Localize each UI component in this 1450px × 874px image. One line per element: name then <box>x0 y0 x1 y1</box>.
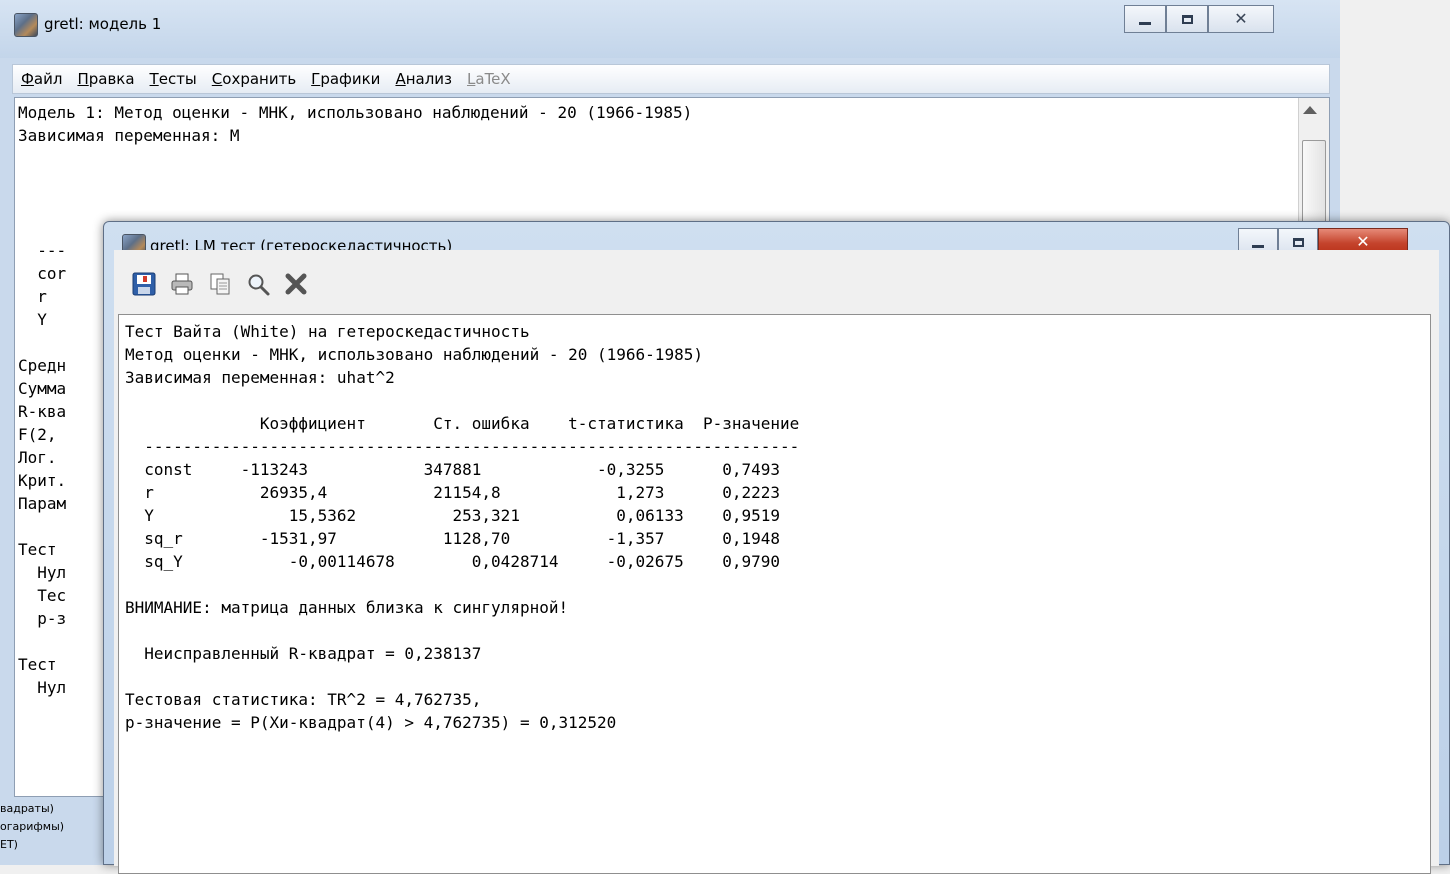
menu-analysis-label: нализ <box>405 70 453 88</box>
menu-latex[interactable]: LaTeX <box>467 70 511 88</box>
menu-graphs-mnemonic: Г <box>311 70 321 88</box>
output-line: ----------------------------------------… <box>125 437 800 456</box>
toolbar <box>114 262 316 306</box>
close-icon: ✕ <box>1234 9 1248 28</box>
menu-save-label: охранить <box>222 70 297 88</box>
menu-file-mnemonic: Ф <box>21 70 34 88</box>
menu-tests[interactable]: Тесты <box>150 70 197 88</box>
lm-test-window: gretl: LM тест (гетероскедастичность) ✕ <box>103 221 1450 874</box>
menu-tests-mnemonic: Т <box>149 70 159 88</box>
model-window-titlebar[interactable]: gretl: модель 1 ✕ <box>0 0 1340 58</box>
menu-edit[interactable]: Правка <box>77 70 134 88</box>
lm-test-window-body: Тест Вайта (White) на гетероскедастичнос… <box>114 250 1439 874</box>
close-window-button[interactable] <box>278 268 314 300</box>
maximize-button[interactable] <box>1166 5 1208 33</box>
menu-edit-label: равка <box>88 70 135 88</box>
save-icon <box>132 272 156 296</box>
copy-button[interactable] <box>202 268 238 300</box>
output-line: p-значение = P(Хи-квадрат(4) > 4,762735)… <box>125 713 617 732</box>
output-line: r 26935,4 21154,8 1,273 0,2223 <box>125 483 781 502</box>
find-icon <box>248 274 270 296</box>
copy-icon <box>210 273 230 295</box>
list-item: ET) <box>0 838 18 851</box>
save-button[interactable] <box>126 268 162 300</box>
menu-file-label: айл <box>33 70 63 88</box>
output-line: Тест Вайта (White) на гетероскедастичнос… <box>125 322 530 341</box>
model-output-lines: Модель 1: Метод оценки - МНК, использова… <box>18 101 692 147</box>
menu-file[interactable]: Файл <box>21 70 62 88</box>
minimize-icon <box>1139 21 1151 25</box>
maximize-icon <box>1292 237 1304 247</box>
model-window-title: gretl: модель 1 <box>44 15 162 33</box>
output-line: Зависимая переменная: M <box>18 126 240 145</box>
menu-tests-label: есты <box>158 70 197 88</box>
minimize-button[interactable] <box>1124 5 1166 33</box>
scroll-up-arrow-icon[interactable] <box>1303 106 1317 114</box>
menu-graphs[interactable]: Графики <box>311 70 380 88</box>
output-line: Y 15,5362 253,321 0,06133 0,9519 <box>125 506 781 525</box>
output-line: Метод оценки - МНК, использовано наблюде… <box>125 345 703 364</box>
menu-save-mnemonic: С <box>211 70 223 88</box>
menu-save[interactable]: Сохранить <box>212 70 296 88</box>
gretl-app-icon <box>14 13 38 37</box>
find-button[interactable] <box>240 268 276 300</box>
output-line: Коэффициент Ст. ошибка t-статистика P-зн… <box>125 414 800 433</box>
minimize-icon <box>1252 244 1264 248</box>
lm-test-output-lines: Тест Вайта (White) на гетероскедастичнос… <box>125 320 799 734</box>
output-line: ВНИМАНИЕ: матрица данных близка к сингул… <box>125 598 569 617</box>
close-button[interactable]: ✕ <box>1208 5 1274 33</box>
close-icon: ✕ <box>1356 232 1370 251</box>
model-window-controls: ✕ <box>1124 5 1274 33</box>
menu-analysis[interactable]: Анализ <box>395 70 452 88</box>
list-item: вадраты) <box>0 802 54 815</box>
print-button[interactable] <box>164 268 200 300</box>
output-line: Тестовая статистика: TR^2 = 4,762735, <box>125 690 482 709</box>
menubar: Файл Правка Тесты Сохранить Графики Анал… <box>12 64 1330 94</box>
print-icon <box>171 273 193 295</box>
output-line: sq_r -1531,97 1128,70 -1,357 0,1948 <box>125 529 781 548</box>
menu-analysis-mnemonic: А <box>395 70 406 88</box>
menu-edit-mnemonic: П <box>77 70 89 88</box>
main-window-fragment: вадраты) огарифмы) ET) <box>0 800 112 854</box>
output-line: Зависимая переменная: uhat^2 <box>125 368 395 387</box>
lm-test-output-text[interactable]: Тест Вайта (White) на гетероскедастичнос… <box>118 314 1431 874</box>
output-line: sq_Y -0,00114678 0,0428714 -0,02675 0,97… <box>125 552 781 571</box>
output-line: const -113243 347881 -0,3255 0,7493 <box>125 460 781 479</box>
list-item: огарифмы) <box>0 820 65 833</box>
maximize-icon <box>1181 14 1193 24</box>
close-icon <box>285 273 307 295</box>
output-line: Неисправленный R-квадрат = 0,238137 <box>125 644 482 663</box>
menu-latex-label: aTeX <box>475 70 511 88</box>
output-line: Модель 1: Метод оценки - МНК, использова… <box>18 103 693 122</box>
menu-graphs-label: рафики <box>320 70 381 88</box>
